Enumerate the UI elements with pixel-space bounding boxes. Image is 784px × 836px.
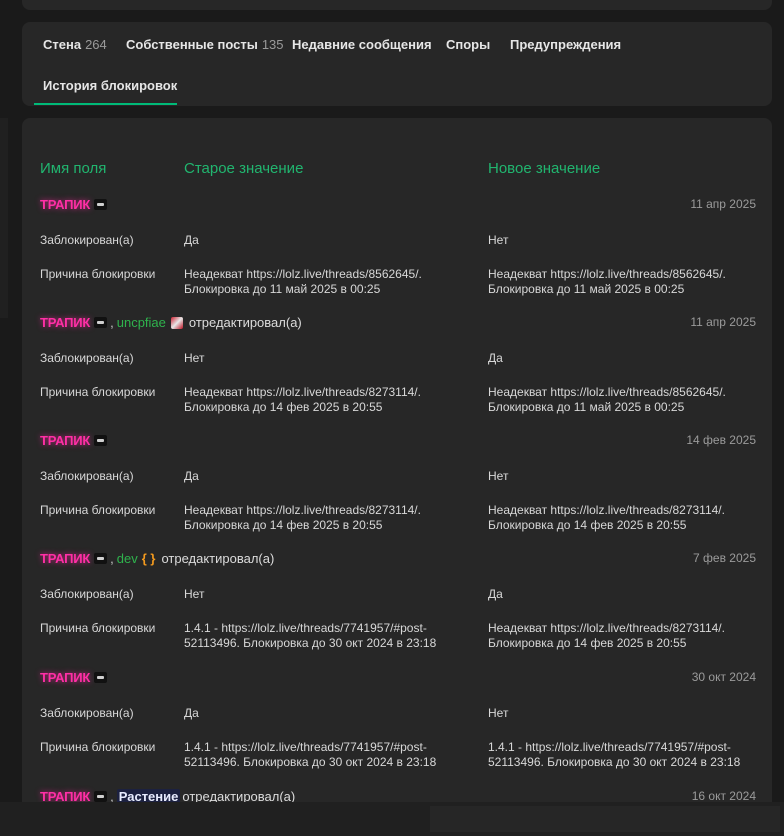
user-link-trapik[interactable]: ТРАПИК [40,197,90,212]
entry-editors: ТРАПИК [40,197,108,212]
tab-disputes[interactable]: Споры [446,37,490,52]
old-value: Да [184,233,199,247]
new-value: Нет [488,233,509,247]
old-value: 1.4.1 - https://lolz.live/threads/774195… [184,621,437,650]
user-link-trapik[interactable]: ТРАПИК [40,670,90,685]
entry-editors: ТРАПИК [40,670,108,685]
field-name: Причина блокировки [40,740,156,754]
old-value: Неадекват https://lolz.live/threads/8273… [184,385,421,414]
entry-date: 14 фев 2025 [686,433,756,447]
active-tab-indicator [34,103,177,105]
entry-date: 30 окт 2024 [691,670,756,684]
column-header-field: Имя поля [40,160,107,177]
user-badge-icon [94,317,108,328]
user-badge-icon [94,435,108,446]
tab-wall-count: 264 [85,37,107,52]
user-badge-icon [94,199,108,210]
new-value: Нет [488,469,509,483]
ban-history-panel: Имя поля Старое значение Новое значение … [22,118,772,818]
history-entry-header: ТРАПИК, dev{ } отредактировал(а) 7 фев 202… [22,551,772,571]
new-value: Неадекват https://lolz.live/threads/8562… [488,385,726,414]
history-entry-header: ТРАПИК 11 апр 2025 [22,197,772,217]
field-name: Причина блокировки [40,385,156,399]
old-value: Да [184,706,199,720]
tab-ban-history[interactable]: История блокировок [43,78,177,93]
user-link-uncpfiae[interactable]: uncpfiae [117,315,166,330]
left-sidebar-edge [0,118,8,318]
field-name: Заблокирован(а) [40,469,134,483]
new-value: Да [488,351,503,365]
field-name: Заблокирован(а) [40,351,134,365]
entry-date: 11 апр 2025 [690,197,756,211]
entry-date: 16 окт 2024 [691,789,756,803]
entry-editors: ТРАПИК [40,433,108,448]
user-badge-icon [94,791,108,802]
user-badge-icon [94,553,108,564]
history-entry-header: ТРАПИК, uncpfiae отредактировал(а) 11 апр … [22,315,772,335]
column-header-new: Новое значение [488,160,601,177]
field-name: Причина блокировки [40,503,156,517]
editor-separator: , [110,551,114,566]
profile-tabs-panel: Стена 264 Собственные посты 135 Недавние с… [22,22,772,106]
column-header-old: Старое значение [184,160,304,177]
tab-warnings-label: Предупреждения [510,37,622,52]
bottom-bar-block [430,806,780,832]
old-value: 1.4.1 - https://lolz.live/threads/774195… [184,740,437,769]
new-value: 1.4.1 - https://lolz.live/threads/774195… [488,740,741,769]
history-entry-header: ТРАПИК 30 окт 2024 [22,670,772,690]
old-value: Неадекват https://lolz.live/threads/8273… [184,503,421,532]
field-name: Причина блокировки [40,621,156,635]
edited-label: отредактировал(а) [188,315,302,330]
dev-braces-icon: { } [141,551,156,566]
user-link-dev[interactable]: dev [117,551,138,566]
tab-disputes-label: Споры [446,37,491,52]
tab-wall-label: Стена [43,37,82,52]
tab-ban-history-label: История блокировок [43,78,178,93]
field-name: Причина блокировки [40,267,156,281]
history-entry-header: ТРАПИК 14 фев 2025 [22,433,772,453]
old-value: Неадекват https://lolz.live/threads/8562… [184,267,422,296]
user-link-trapik[interactable]: ТРАПИК [40,315,90,330]
editor-separator: , [110,315,114,330]
tab-recent-messages-label: Недавние сообщения [292,37,432,52]
field-name: Заблокирован(а) [40,587,134,601]
field-name: Заблокирован(а) [40,233,134,247]
tab-recent-messages[interactable]: Недавние сообщения [292,37,432,52]
tab-own-posts-label: Собственные посты [126,37,258,52]
user-avatar-icon [170,316,183,329]
old-value: Нет [184,351,205,365]
user-badge-icon [94,672,108,683]
bottom-bar [0,802,784,836]
entry-editors: ТРАПИК, uncpfiae отредактировал(а) [40,315,302,330]
new-value: Неадекват https://lolz.live/threads/8273… [488,503,725,532]
new-value: Неадекват https://lolz.live/threads/8273… [488,621,725,650]
old-value: Нет [184,587,205,601]
new-value: Да [488,587,503,601]
tab-wall[interactable]: Стена 264 [43,37,107,52]
entry-date: 11 апр 2025 [690,315,756,329]
tab-warnings[interactable]: Предупреждения [510,37,621,52]
tab-own-posts[interactable]: Собственные посты 135 [126,37,284,52]
field-name: Заблокирован(а) [40,706,134,720]
new-value: Нет [488,706,509,720]
entry-date: 7 фев 2025 [693,551,756,565]
user-link-trapik[interactable]: ТРАПИК [40,433,90,448]
entry-editors: ТРАПИК, dev{ } отредактировал(а) [40,551,274,566]
new-value: Неадекват https://lolz.live/threads/8562… [488,267,726,296]
previous-panel-edge [22,0,772,10]
old-value: Да [184,469,199,483]
tab-own-posts-count: 135 [261,37,284,52]
edited-label: отредактировал(а) [161,551,275,566]
user-link-trapik[interactable]: ТРАПИК [40,551,90,566]
